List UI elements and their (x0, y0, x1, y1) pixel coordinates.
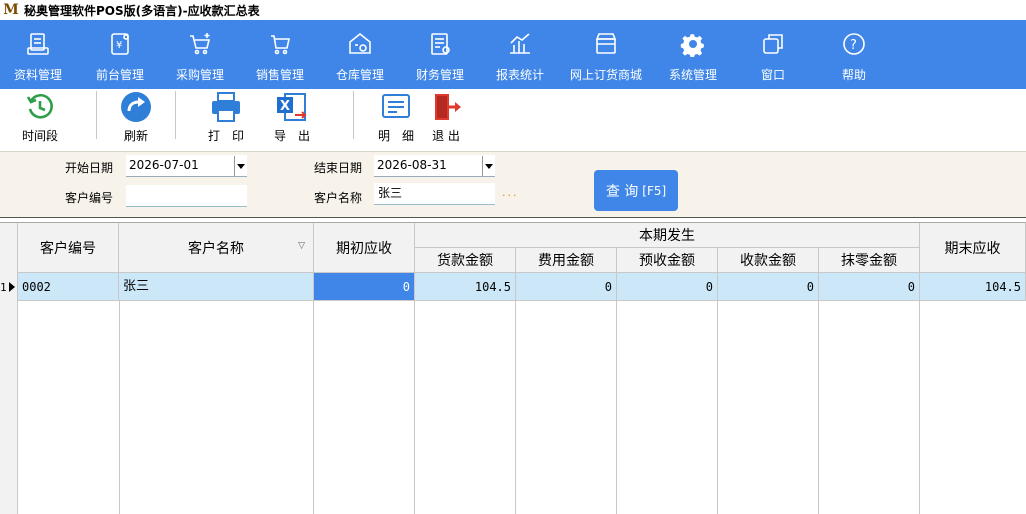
app-logo-icon: M (3, 2, 19, 18)
column-divider (414, 301, 415, 514)
menu-item-warehouse[interactable]: 仓库管理 (336, 20, 384, 89)
clock-refresh-icon (23, 91, 57, 123)
receivables-grid: 客户编号 客户名称 ▽ 期初应收 本期发生 货款金额 费用金额 预收金额 收款金… (0, 223, 1026, 514)
title-bar: M 秘奥管理软件POS版(多语言)-应收款汇总表 (0, 0, 1026, 20)
help-icon: ? (840, 30, 868, 58)
customer-code-input[interactable] (126, 185, 247, 207)
column-divider (515, 301, 516, 514)
customer-name-label: 客户名称 (314, 191, 363, 205)
menu-item-window[interactable]: 窗口 (759, 20, 787, 89)
current-row-arrow-icon (9, 282, 15, 292)
customer-lookup-button[interactable]: ... (502, 186, 519, 199)
toolbar-divider (96, 91, 97, 139)
menu-item-sales[interactable]: 销售管理 (256, 20, 304, 89)
finance-icon (426, 30, 454, 58)
detail-button[interactable]: 明 细 (378, 91, 414, 144)
document-icon (24, 30, 52, 58)
cell-prepaid-amount[interactable]: 0 (617, 273, 718, 301)
start-date-input[interactable]: 2026-07-01 (126, 155, 247, 177)
window-icon (759, 30, 787, 58)
menu-item-frontdesk[interactable]: ¥ 前台管理 (96, 20, 144, 89)
main-menu: 资料管理 ¥ 前台管理 采购管理 销售管理 仓库管理 财务管理 报表统计 网上订… (0, 20, 1026, 89)
refresh-icon (119, 91, 153, 123)
cell-fee-amount[interactable]: 0 (516, 273, 617, 301)
cell-goods-amount[interactable]: 104.5 (415, 273, 516, 301)
period-button[interactable]: 时间段 (22, 91, 58, 144)
menu-item-system[interactable]: 系统管理 (669, 20, 717, 89)
gear-icon (679, 30, 707, 58)
export-button[interactable]: X 导 出 (274, 91, 310, 144)
filter-panel: 开始日期 2026-07-01 结束日期 2026-08-31 客户编号 客户名… (0, 151, 1026, 217)
menu-item-data[interactable]: 资料管理 (14, 20, 62, 89)
cart-icon (266, 30, 294, 58)
menu-item-help[interactable]: ? 帮助 (840, 20, 868, 89)
chevron-down-icon[interactable] (482, 156, 495, 176)
column-divider (919, 301, 920, 514)
header-customer-code[interactable]: 客户编号 (18, 223, 119, 273)
header-opening-receivable[interactable]: 期初应收 (314, 223, 415, 273)
cart-plus-icon (186, 30, 214, 58)
refresh-button[interactable]: 刷新 (119, 91, 153, 144)
cell-writeoff-amount[interactable]: 0 (819, 273, 920, 301)
menu-item-finance[interactable]: 财务管理 (416, 20, 464, 89)
toolbar: 时间段 刷新 打 印 X 导 出 明 细 退 出 (0, 89, 1026, 151)
cashier-icon: ¥ (106, 30, 134, 58)
header-received-amount[interactable]: 收款金额 (718, 248, 819, 273)
excel-export-icon: X (275, 91, 309, 123)
menu-item-online-store[interactable]: 网上订货商城 (570, 20, 642, 89)
warehouse-icon (346, 30, 374, 58)
header-customer-name[interactable]: 客户名称 ▽ (119, 223, 314, 273)
menu-item-purchase[interactable]: 采购管理 (176, 20, 224, 89)
sort-indicator-icon: ▽ (298, 241, 305, 251)
menu-item-reports[interactable]: 报表统计 (496, 20, 544, 89)
start-date-label: 开始日期 (65, 161, 114, 175)
column-divider (119, 301, 120, 514)
store-icon (592, 30, 620, 58)
cell-closing-receivable[interactable]: 104.5 (920, 273, 1026, 301)
header-period-group: 本期发生 (415, 223, 920, 248)
end-date-label: 结束日期 (314, 161, 363, 175)
header-closing-receivable[interactable]: 期末应收 (920, 223, 1026, 273)
cell-opening-receivable[interactable]: 0 (314, 273, 415, 301)
column-divider (818, 301, 819, 514)
toolbar-divider (175, 91, 176, 139)
column-divider (616, 301, 617, 514)
table-row[interactable]: 0002 张三 0 104.5 0 0 0 0 104.5 (18, 273, 1026, 301)
row-indicator-column (0, 223, 18, 514)
column-divider (313, 301, 314, 514)
header-fee-amount[interactable]: 费用金额 (516, 248, 617, 273)
header-prepaid-amount[interactable]: 预收金额 (617, 248, 718, 273)
svg-text:?: ? (850, 38, 857, 53)
svg-text:X: X (280, 99, 290, 114)
printer-icon (209, 91, 243, 123)
print-button[interactable]: 打 印 (208, 91, 244, 144)
chart-icon (506, 30, 534, 58)
customer-name-input[interactable]: 张三 (374, 183, 495, 205)
cell-customer-name[interactable]: 张三 (119, 273, 314, 301)
header-goods-amount[interactable]: 货款金额 (415, 248, 516, 273)
toolbar-divider (353, 91, 354, 139)
window-title: 秘奥管理软件POS版(多语言)-应收款汇总表 (24, 3, 260, 18)
detail-list-icon (379, 91, 413, 123)
header-writeoff-amount[interactable]: 抹零金额 (819, 248, 920, 273)
cell-customer-code[interactable]: 0002 (18, 273, 119, 301)
end-date-input[interactable]: 2026-08-31 (374, 155, 495, 177)
row-number: 1 (0, 281, 7, 294)
chevron-down-icon[interactable] (234, 156, 247, 176)
cell-received-amount[interactable]: 0 (718, 273, 819, 301)
column-divider (717, 301, 718, 514)
customer-code-label: 客户编号 (65, 191, 114, 205)
svg-text:¥: ¥ (116, 40, 122, 51)
exit-button[interactable]: 退 出 (429, 91, 463, 144)
exit-door-icon (429, 91, 463, 123)
query-button[interactable]: 查 询 [F5] (594, 170, 678, 211)
